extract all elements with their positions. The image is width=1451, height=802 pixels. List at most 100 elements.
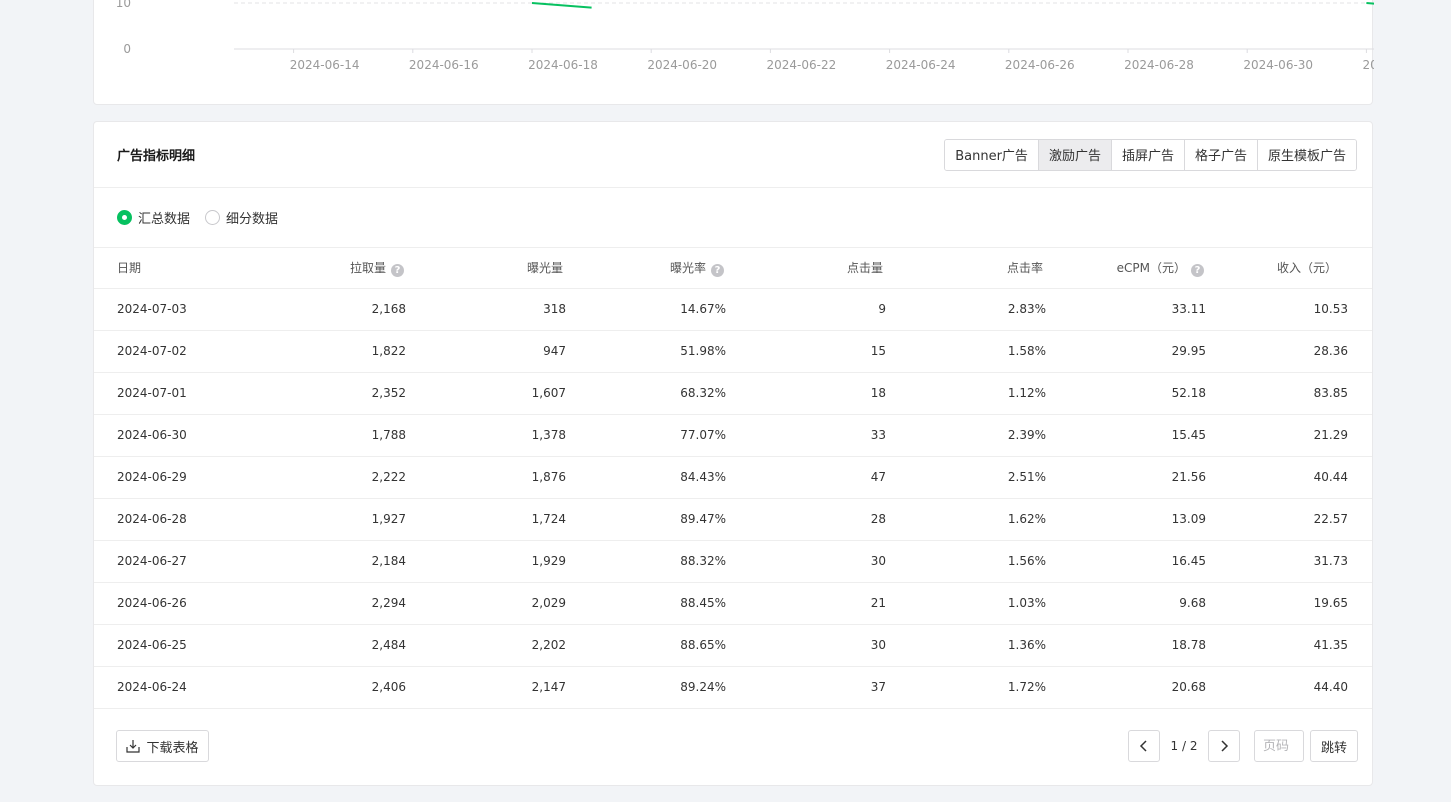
x-tick-label: 2024-06-14 <box>290 58 360 72</box>
table-cell: 88.32% <box>566 540 726 583</box>
table-cell: 2,352 <box>257 372 406 415</box>
radio-button-icon[interactable] <box>205 210 221 225</box>
column-header-label: 曝光率 <box>669 260 706 275</box>
table-cell: 33 <box>726 414 886 457</box>
table-cell: 9.68 <box>1046 582 1206 625</box>
table-cell: 2.83% <box>886 288 1046 331</box>
table-cell: 14.67% <box>566 288 726 331</box>
column-header-label: 点击量 <box>846 261 883 276</box>
table-cell: 318 <box>406 288 566 331</box>
table-cell: 28.36 <box>1206 330 1372 373</box>
table-cell: 40.44 <box>1206 456 1372 499</box>
table-cell: 1,876 <box>406 456 566 499</box>
card-header: 广告指标明细 Banner广告 激励广告 插屏广告 格子广告 原生模板广告 <box>94 122 1372 188</box>
y-tick-label: 0 <box>123 42 131 56</box>
table-cell: 2.39% <box>886 414 1046 457</box>
table-cell: 29.95 <box>1046 330 1206 373</box>
x-tick-label: 2024-06-30 <box>1243 58 1313 72</box>
table-cell: 1,929 <box>406 540 566 583</box>
series-line-segment <box>1366 2 1374 5</box>
table-footer: 下载表格 1 / 2 跳转 <box>94 707 1372 785</box>
prev-page-button[interactable] <box>1128 730 1160 762</box>
table-cell: 1,724 <box>406 498 566 541</box>
table-cell: 1,788 <box>257 414 406 457</box>
table-row: 2024-06-24 2,406 2,147 89.24% 37 1.72% 20.68 44… <box>94 666 1372 709</box>
column-header-6: eCPM（元）? <box>1046 248 1206 289</box>
table-cell: 89.24% <box>566 666 726 709</box>
page-number-input[interactable] <box>1254 730 1304 762</box>
tab-2[interactable]: 插屏广告 <box>1110 139 1184 170</box>
ad-metrics-detail-card: 广告指标明细 Banner广告 激励广告 插屏广告 格子广告 原生模板广告 汇总数据 细分… <box>93 121 1373 786</box>
table-cell: 68.32% <box>566 372 726 415</box>
table-cell: 2,147 <box>406 666 566 709</box>
table-cell: 2024-07-01 <box>94 372 257 415</box>
tab-3[interactable]: 格子广告 <box>1183 139 1257 170</box>
tab-4[interactable]: 原生模板广告 <box>1256 139 1356 170</box>
column-header-label: 日期 <box>117 261 142 276</box>
radio-option-1[interactable]: 细分数据 <box>205 208 278 227</box>
table-cell: 84.43% <box>566 456 726 499</box>
x-tick-label: 2024-06-20 <box>647 58 717 72</box>
table-cell: 88.65% <box>566 624 726 667</box>
column-header-label: 曝光量 <box>526 261 563 276</box>
tab-0[interactable]: Banner广告 <box>945 139 1038 170</box>
download-label: 下载表格 <box>146 740 199 756</box>
table-header-row: 日期 拉取量? 曝光量 曝光率? 点击量 点击率 eCPM（元）? 收入（元） <box>94 248 1372 289</box>
table-cell: 44.40 <box>1206 666 1372 709</box>
x-tick-label: 2024-06-28 <box>1124 58 1194 72</box>
column-header-label: 点击率 <box>1006 261 1043 276</box>
download-icon <box>126 740 141 753</box>
table-row: 2024-06-29 2,222 1,876 84.43% 47 2.51% 21.56 40… <box>94 456 1372 499</box>
table-cell: 30 <box>726 540 886 583</box>
chevron-left-icon <box>1139 740 1147 752</box>
help-icon[interactable]: ? <box>711 263 724 277</box>
table-cell: 1,607 <box>406 372 566 415</box>
table-cell: 1,378 <box>406 414 566 457</box>
metrics-table: 日期 拉取量? 曝光量 曝光率? 点击量 点击率 eCPM（元）? 收入（元） 2024-07… <box>94 248 1372 709</box>
column-header-3: 曝光率? <box>566 248 726 289</box>
table-cell: 18 <box>726 372 886 415</box>
table-cell: 2024-07-03 <box>94 288 257 331</box>
table-cell: 19.65 <box>1206 582 1372 625</box>
table-cell: 30 <box>726 624 886 667</box>
next-page-button[interactable] <box>1208 730 1240 762</box>
table-cell: 16.45 <box>1046 540 1206 583</box>
table-cell: 1.36% <box>886 624 1046 667</box>
table-cell: 2024-06-26 <box>94 582 257 625</box>
table-cell: 89.47% <box>566 498 726 541</box>
table-cell: 2024-06-28 <box>94 498 257 541</box>
table-row: 2024-06-30 1,788 1,378 77.07% 33 2.39% 15.45 21… <box>94 414 1372 457</box>
help-icon[interactable]: ? <box>391 263 404 277</box>
data-mode-radio-group: 汇总数据 细分数据 <box>94 188 1372 248</box>
x-tick-label: 2024-06-22 <box>767 58 837 72</box>
help-icon[interactable]: ? <box>1191 263 1204 277</box>
trend-chart-card: 0 10 2024-06-14 2024-06-16 2024-06-18 2024-06… <box>93 0 1374 105</box>
table-cell: 18.78 <box>1046 624 1206 667</box>
table-cell: 28 <box>726 498 886 541</box>
table-row: 2024-07-02 1,822 947 51.98% 15 1.58% 29.95 28.3… <box>94 330 1372 373</box>
table-cell: 20.68 <box>1046 666 1206 709</box>
radio-button-icon[interactable] <box>117 210 132 225</box>
table-cell: 2024-06-27 <box>94 540 257 583</box>
table-cell: 37 <box>726 666 886 709</box>
table-cell: 2,029 <box>406 582 566 625</box>
table-cell: 51.98% <box>566 330 726 373</box>
table-row: 2024-06-25 2,484 2,202 88.65% 30 1.36% 18.78 41… <box>94 624 1372 667</box>
radio-option-0[interactable]: 汇总数据 <box>117 208 190 227</box>
table-cell: 1,822 <box>257 330 406 373</box>
download-table-button[interactable]: 下载表格 <box>116 730 209 762</box>
table-cell: 77.07% <box>566 414 726 457</box>
jump-button[interactable]: 跳转 <box>1310 730 1358 762</box>
series-line-segment <box>531 2 592 9</box>
table-cell: 52.18 <box>1046 372 1206 415</box>
column-header-2: 曝光量 <box>406 248 566 289</box>
table-cell: 2,168 <box>257 288 406 331</box>
chevron-right-icon <box>1221 740 1229 752</box>
x-tick-label: 2024-06-26 <box>1005 58 1075 72</box>
table-cell: 2.51% <box>886 456 1046 499</box>
x-tick-label: 2024-06-18 <box>528 58 598 72</box>
x-tick-label: 2024-07-02 <box>1363 58 1374 72</box>
table-cell: 2024-06-30 <box>94 414 257 457</box>
table-cell: 2024-06-24 <box>94 666 257 709</box>
tab-1[interactable]: 激励广告 <box>1037 139 1111 170</box>
